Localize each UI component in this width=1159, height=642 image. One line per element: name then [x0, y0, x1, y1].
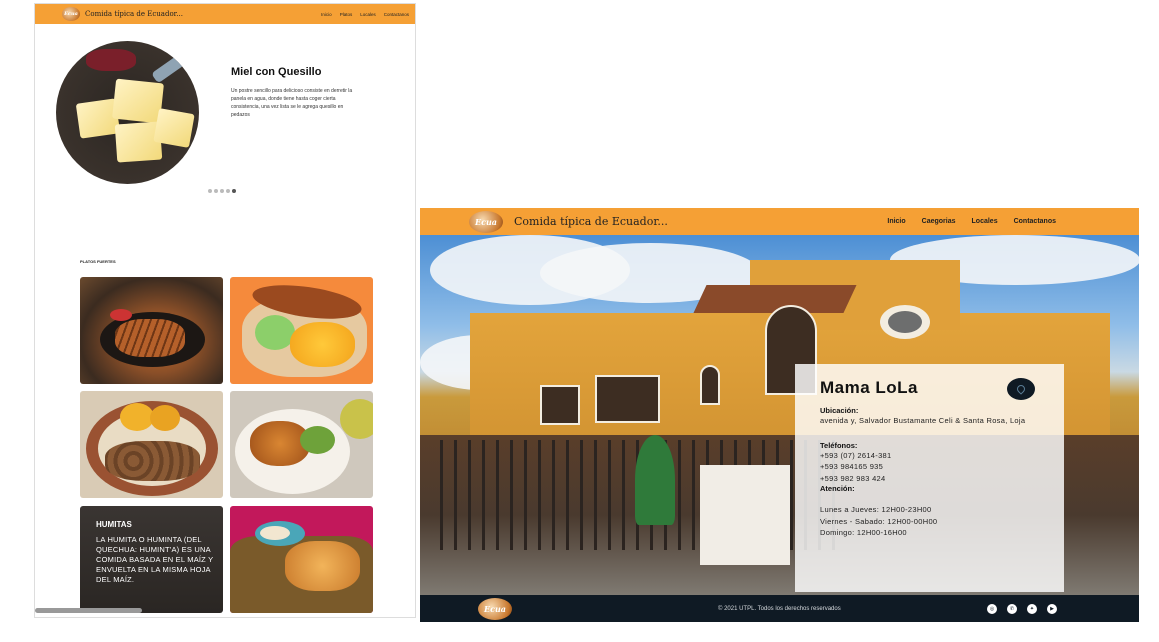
nav-links: Inicio Caegorias Locales Contactanos: [871, 218, 1056, 225]
dish-card-cuy[interactable]: [230, 277, 373, 384]
carousel-title: Miel con Quesillo: [231, 66, 322, 78]
nav-links: Inicio Platos Locales Contactanos: [313, 12, 409, 17]
home-page-panel: Ecua Comida típica de Ecuador... Inicio …: [34, 3, 416, 618]
twitter-icon[interactable]: ✦: [1027, 603, 1037, 614]
nav-contactanos[interactable]: Contactanos: [384, 12, 409, 17]
carousel-dish-image: [56, 41, 199, 184]
carousel-dot[interactable]: [220, 189, 224, 193]
card-title: HUMITAS: [96, 520, 132, 529]
dish-card-tamal[interactable]: [230, 506, 373, 613]
phones-label: Teléfonos:: [820, 440, 858, 450]
logo[interactable]: Ecua: [62, 7, 80, 21]
instagram-icon[interactable]: ◎: [987, 603, 997, 614]
footer: Ecua © 2021 UTPL. Todos los derechos res…: [420, 595, 1139, 622]
dish-card-grilled-meat[interactable]: [80, 277, 223, 384]
phone-number: +593 (07) 2614-381: [820, 450, 892, 460]
nav-locales[interactable]: Locales: [972, 218, 998, 225]
carousel-dot[interactable]: [226, 189, 230, 193]
nav-categorias[interactable]: Caegorias: [922, 218, 956, 225]
dish-card-humitas[interactable]: HUMITAS LA HUMITA O HUMINTA (DEL QUECHUA…: [80, 506, 223, 613]
youtube-icon[interactable]: ▶: [1047, 603, 1057, 614]
card-description: LA HUMITA O HUMINTA (DEL QUECHUA: HUMINT…: [96, 535, 214, 584]
carousel-dot[interactable]: [214, 189, 218, 193]
carousel-dot-active[interactable]: [232, 189, 236, 193]
dish-card-roast-chicken[interactable]: [230, 391, 373, 498]
location-text: avenida y, Salvador Bustamante Celi & Sa…: [820, 416, 1026, 425]
location-pin-icon[interactable]: [1007, 378, 1035, 400]
section-label: PLATOS FUERTES: [80, 259, 116, 264]
dish-card-fritada[interactable]: [80, 391, 223, 498]
carousel-dot[interactable]: [208, 189, 212, 193]
phone-number: +593 984165 935: [820, 462, 884, 471]
logo[interactable]: Ecua: [469, 210, 503, 233]
horizontal-scrollbar[interactable]: [35, 608, 142, 613]
social-links: ◎ ✆ ✦ ▶: [977, 603, 1057, 614]
hours-line: Domingo: 12H00-16H00: [820, 528, 907, 537]
location-label: Ubicación:: [820, 406, 859, 415]
brand-title[interactable]: Comida típica de Ecuador...: [514, 215, 668, 228]
nav-locales[interactable]: Locales: [360, 12, 376, 17]
whatsapp-icon[interactable]: ✆: [1007, 603, 1017, 614]
locale-page-panel: Ecua Comida típica de Ecuador... Inicio …: [420, 208, 1139, 622]
carousel-description: Un postre sencillo para delicioso consis…: [231, 88, 353, 118]
hours-label: Atención:: [820, 484, 855, 493]
hours-line: Lunes a Jueves: 12H00-23H00: [820, 505, 932, 514]
nav-inicio[interactable]: Inicio: [321, 12, 332, 17]
hours-line: Viernes - Sabado: 12H00-00H00: [820, 516, 938, 526]
nav-inicio[interactable]: Inicio: [887, 218, 905, 225]
carousel-indicators: [208, 189, 238, 193]
footer-logo[interactable]: Ecua: [478, 597, 512, 620]
navbar: Ecua Comida típica de Ecuador... Inicio …: [420, 208, 1139, 235]
nav-contactanos[interactable]: Contactanos: [1014, 218, 1056, 225]
copyright-text: © 2021 UTPL. Todos los derechos reservad…: [718, 605, 841, 612]
brand-title[interactable]: Comida típica de Ecuador...: [85, 10, 183, 18]
nav-platos[interactable]: Platos: [340, 12, 353, 17]
phone-number: +593 982 983 424: [820, 473, 886, 483]
restaurant-info-card: Mama LoLa Ubicación: avenida y, Salvador…: [795, 364, 1064, 592]
navbar: Ecua Comida típica de Ecuador... Inicio …: [35, 4, 415, 24]
